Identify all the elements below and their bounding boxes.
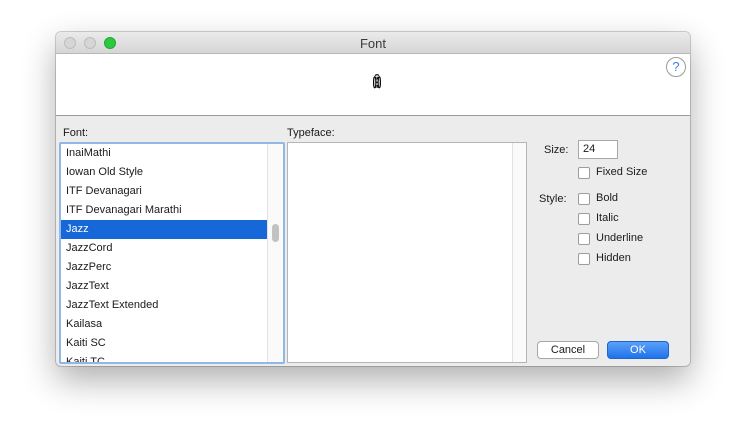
- hidden-checkbox[interactable]: [578, 253, 590, 265]
- font-list-item[interactable]: JazzPerc: [61, 258, 267, 277]
- window-title: Font: [359, 36, 386, 51]
- italic-label: Italic: [596, 212, 619, 224]
- font-label: Font:: [63, 127, 89, 139]
- cancel-button[interactable]: Cancel: [537, 341, 599, 359]
- font-list-item[interactable]: JazzText: [61, 277, 267, 296]
- bold-label: Bold: [596, 192, 619, 204]
- font-list-scroll-thumb[interactable]: [272, 224, 279, 242]
- typeface-list-scrollbar[interactable]: [512, 143, 526, 362]
- preview-sample-text: ꂉ: [372, 77, 383, 92]
- font-list-item[interactable]: Iowan Old Style: [61, 163, 267, 182]
- font-list-scrollbar[interactable]: [267, 144, 283, 362]
- font-list-item[interactable]: InaiMathi: [61, 144, 267, 163]
- size-label: Size:: [544, 144, 569, 156]
- font-list-item[interactable]: JazzText Extended: [61, 296, 267, 315]
- underline-checkbox[interactable]: [578, 233, 590, 245]
- italic-checkbox[interactable]: [578, 213, 590, 225]
- size-input[interactable]: 24: [578, 140, 618, 159]
- font-dialog-window: Font ꂉ ? Font: Typeface: InaiMathi Iowan…: [56, 32, 690, 366]
- font-list-item[interactable]: Kaiti TC: [61, 353, 267, 362]
- bold-checkbox[interactable]: [578, 193, 590, 205]
- fixed-size-label: Fixed Size: [596, 166, 648, 178]
- font-list-item[interactable]: ITF Devanagari Marathi: [61, 201, 267, 220]
- typeface-label: Typeface:: [287, 127, 335, 139]
- font-list-items: InaiMathi Iowan Old Style ITF Devanagari…: [61, 144, 267, 362]
- ok-button[interactable]: OK: [607, 341, 669, 359]
- font-preview-area: ꂉ ?: [56, 54, 690, 116]
- help-button[interactable]: ?: [666, 57, 686, 77]
- style-label: Style:: [539, 193, 567, 205]
- underline-label: Underline: [596, 232, 644, 244]
- hidden-label: Hidden: [596, 252, 631, 264]
- font-list-item[interactable]: Kailasa: [61, 315, 267, 334]
- font-list-item-selected[interactable]: Jazz: [61, 220, 267, 239]
- font-list[interactable]: InaiMathi Iowan Old Style ITF Devanagari…: [59, 142, 285, 364]
- font-list-item[interactable]: JazzCord: [61, 239, 267, 258]
- title-bar[interactable]: Font: [56, 32, 690, 54]
- font-list-item[interactable]: Kaiti SC: [61, 334, 267, 353]
- fixed-size-checkbox[interactable]: [578, 167, 590, 179]
- typeface-list[interactable]: [287, 142, 527, 363]
- font-list-item[interactable]: ITF Devanagari: [61, 182, 267, 201]
